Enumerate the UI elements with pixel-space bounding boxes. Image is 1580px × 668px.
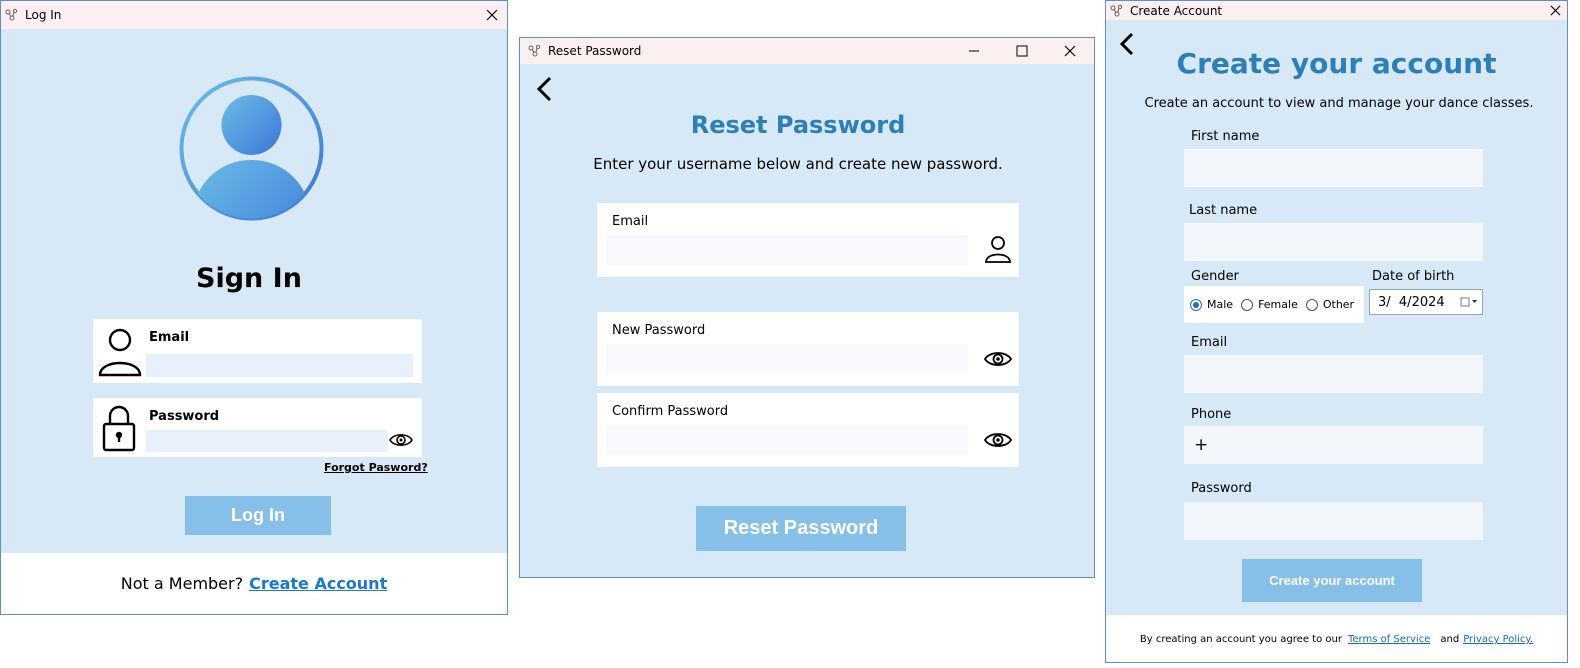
radio-dot [1241,298,1254,311]
forgot-password-link[interactable]: Forgot Pasword? [324,461,428,474]
password-field[interactable] [1184,502,1483,540]
gender-radio-female[interactable]: Female [1241,298,1298,311]
app-icon [1110,4,1124,18]
minimize-button[interactable] [950,38,998,64]
gender-radio-male[interactable]: Male [1190,298,1233,311]
email-field[interactable] [606,235,968,265]
password-field[interactable] [146,430,387,452]
window-title: Create Account [1130,3,1223,18]
show-password-icon[interactable] [389,431,413,453]
email-label: Email [149,330,190,345]
close-button[interactable] [1046,38,1094,64]
confirm-password-field[interactable] [606,425,968,455]
password-label: Password [149,409,220,424]
reset-password-button[interactable]: Reset Password [696,506,906,551]
create-account-link[interactable]: Create Account [249,574,387,593]
reset-password-window: Reset Password Reset Password Enter your… [519,37,1095,578]
show-password-icon[interactable] [983,425,1013,455]
email-field[interactable] [1184,355,1483,393]
lock-icon [102,404,136,456]
calendar-icon[interactable] [1460,297,1478,307]
app-icon [528,44,542,58]
page-subtitle: Enter your username below and create new… [593,155,1003,173]
last-name-field[interactable] [1184,223,1483,261]
last-name-label: Last name [1189,203,1258,218]
create-account-button[interactable]: Create your account [1242,559,1422,602]
window-title: Reset Password [548,44,642,58]
email-label: Email [1191,335,1228,350]
create-footer: By creating an account you agree to our … [1106,615,1567,662]
gender-label: Gender [1191,269,1239,284]
maximize-icon [1016,45,1028,57]
close-button[interactable] [1543,1,1567,20]
maximize-button[interactable] [998,38,1046,64]
new-password-label: New Password [612,323,706,338]
password-card: Password [93,398,422,457]
avatar [178,75,325,222]
email-field[interactable] [146,354,413,377]
login-footer: Not a Member? Create Account [1,553,507,614]
close-icon [1550,5,1560,16]
not-member-text: Not a Member? [120,574,244,593]
dob-picker[interactable]: 3/ 4/2024 [1369,289,1483,315]
phone-field[interactable] [1184,426,1483,464]
login-titlebar: Log In [1,1,507,29]
and-text: and [1440,634,1460,645]
minimize-icon [969,50,979,52]
radio-dot [1190,298,1202,311]
first-name-field[interactable] [1184,149,1483,187]
login-button[interactable]: Log In [185,496,331,535]
first-name-label: First name [1191,129,1260,144]
create-account-window: Create Account Create your account Creat… [1105,0,1568,663]
window-title: Log In [25,8,62,22]
show-password-icon[interactable] [983,344,1013,374]
phone-label: Phone [1191,407,1232,422]
page-title: Create your account [1176,47,1497,80]
close-button[interactable] [477,1,507,29]
footer-text: By creating an account you agree to our [1139,634,1342,645]
user-icon [983,234,1013,264]
terms-of-service-link[interactable]: Terms of Service [1348,634,1430,645]
user-icon [98,327,142,381]
login-window: Log In Sign In Email Password Forgot Pas… [0,0,508,615]
gender-radio-group: Male Female Other [1184,286,1364,323]
email-card: Email [93,319,422,383]
page-subtitle: Create an account to view and manage you… [1144,96,1534,111]
close-icon [486,9,498,21]
create-titlebar: Create Account [1106,1,1567,20]
dob-value: 3/ 4/2024 [1378,294,1445,310]
page-title: Sign In [196,263,302,294]
password-label: Password [1191,481,1252,496]
close-icon [1064,45,1076,57]
privacy-policy-link[interactable]: Privacy Policy. [1463,634,1533,645]
confirm-password-card: Confirm Password [597,393,1019,467]
confirm-password-label: Confirm Password [612,404,729,419]
back-arrow-icon[interactable] [535,76,555,106]
new-password-card: New Password [597,312,1019,386]
page-title: Reset Password [690,111,906,139]
email-label: Email [612,214,649,229]
email-card: Email [597,203,1019,277]
dob-label: Date of birth [1372,269,1455,284]
radio-dot [1305,298,1318,311]
app-icon [5,8,19,22]
reset-titlebar: Reset Password [520,38,1094,64]
new-password-field[interactable] [606,344,968,374]
gender-radio-other[interactable]: Other [1305,298,1354,311]
